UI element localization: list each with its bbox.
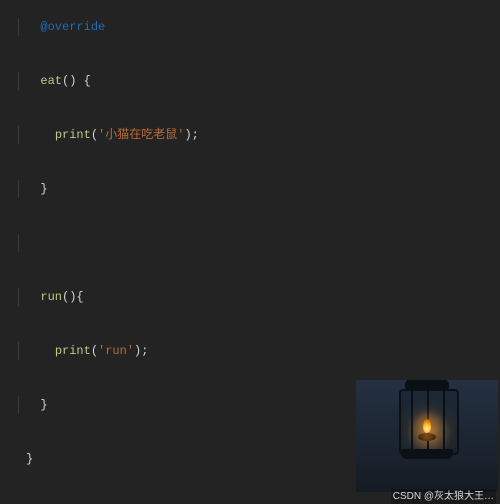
str-cat-eat: '小猫在吃老鼠': [98, 128, 184, 142]
str-cat-run: 'run': [98, 344, 134, 358]
watermark: CSDN @灰太狼大王…: [391, 489, 496, 504]
lantern-icon: [387, 385, 467, 465]
background-image: [356, 380, 498, 492]
